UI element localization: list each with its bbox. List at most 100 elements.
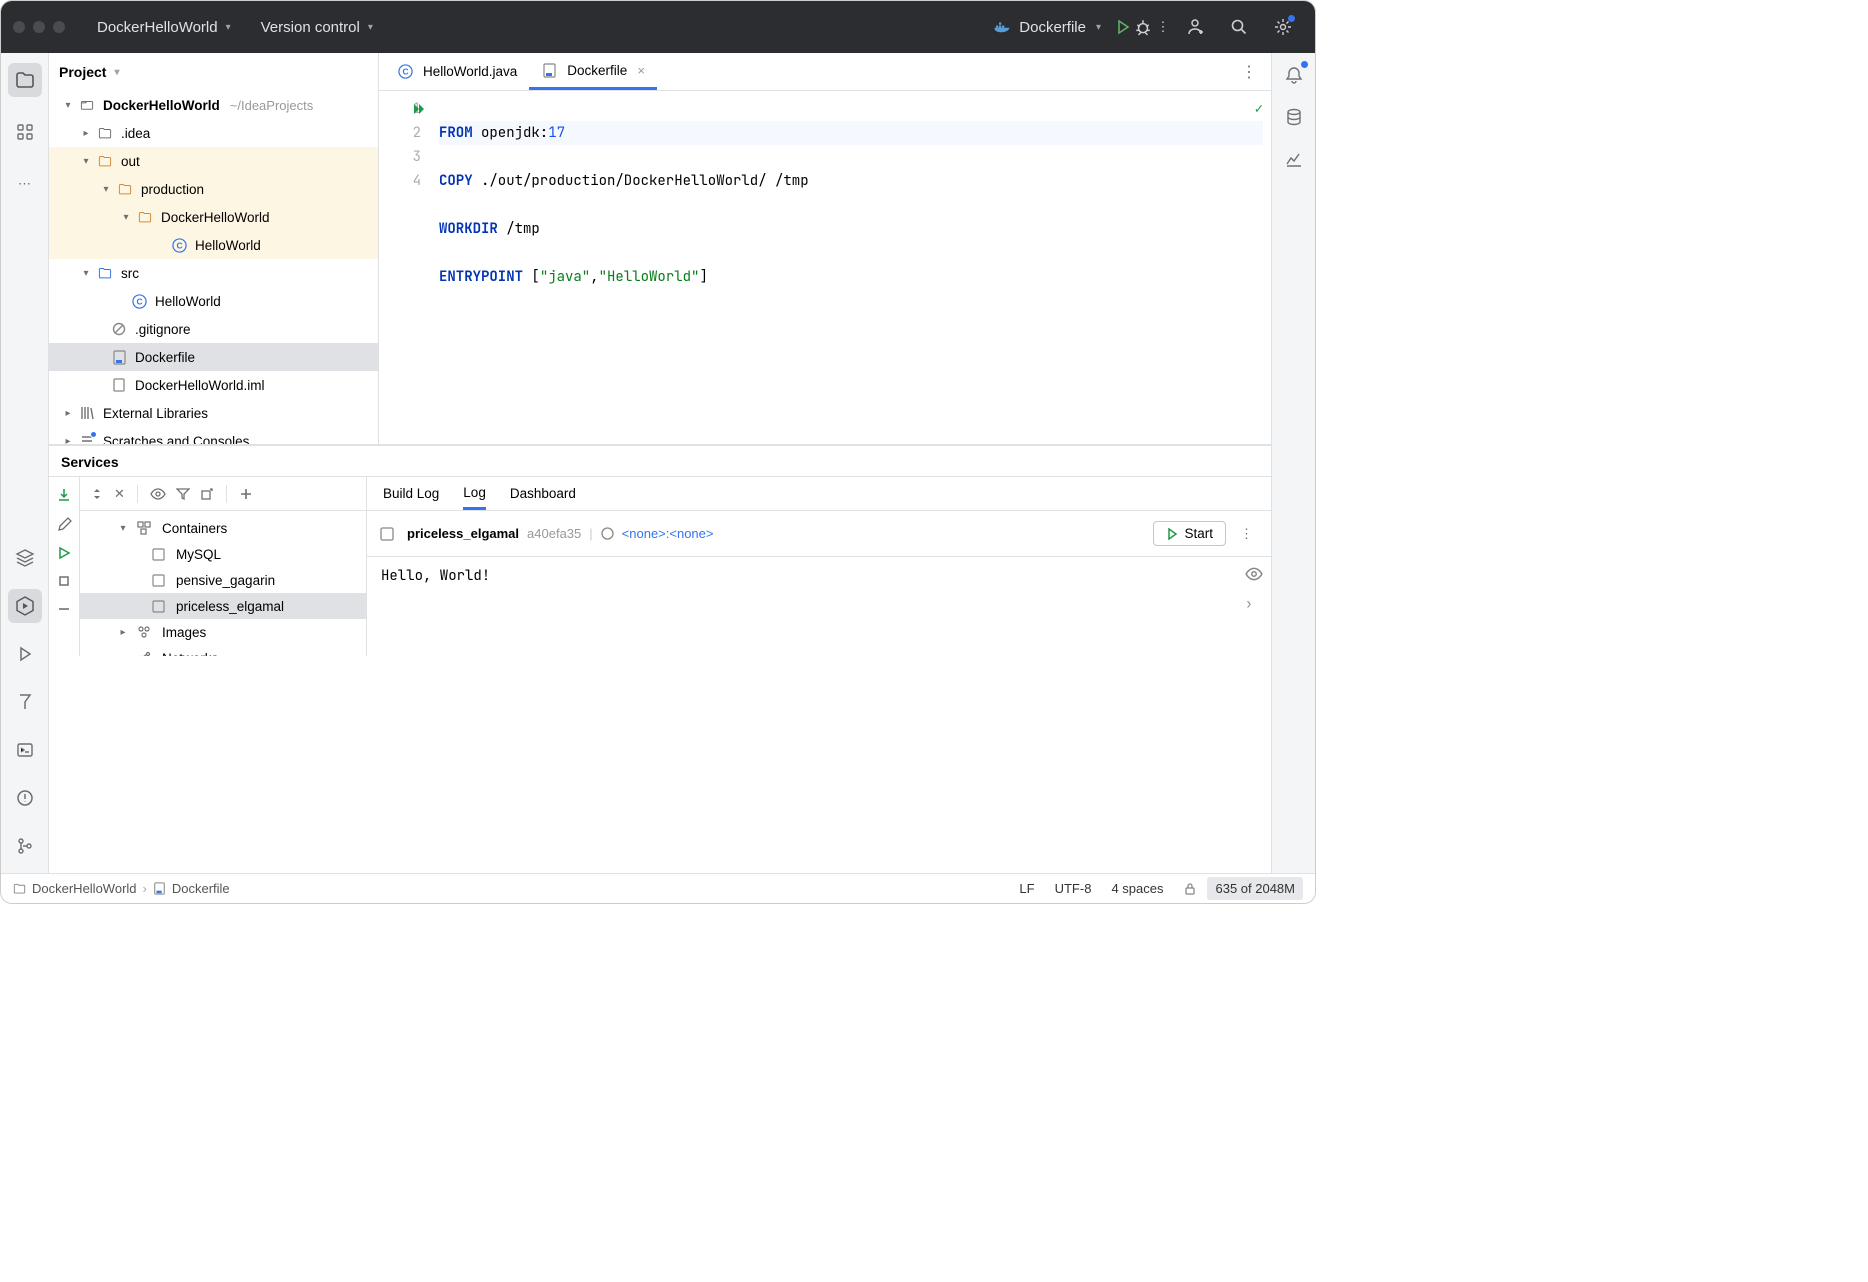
project-tool-button[interactable]: [8, 63, 42, 97]
run-config-selector[interactable]: Dockerfile ▾: [993, 19, 1101, 36]
network-icon: [136, 650, 152, 656]
start-button[interactable]: Start: [1153, 521, 1226, 546]
export-icon[interactable]: [200, 487, 214, 501]
filter-icon[interactable]: [176, 487, 190, 501]
git-tool-button[interactable]: [8, 829, 42, 863]
tab-label: Dockerfile: [567, 63, 627, 78]
container-sha: a40efa35: [527, 526, 581, 541]
tab-log[interactable]: Log: [463, 477, 486, 510]
svg-text:C: C: [136, 296, 142, 306]
tree-src[interactable]: src: [49, 259, 378, 287]
sv-images[interactable]: Images: [80, 619, 366, 645]
tree-out-dhw[interactable]: DockerHelloWorld: [49, 203, 378, 231]
tab-dashboard[interactable]: Dashboard: [510, 477, 576, 510]
more-icon[interactable]: ⋮: [1234, 526, 1259, 542]
traffic-light-minimize[interactable]: [33, 21, 45, 33]
close-icon[interactable]: ✕: [114, 486, 125, 502]
container-icon: [150, 572, 166, 588]
code-kw: ENTRYPOINT: [439, 268, 523, 286]
line-num: 4: [413, 169, 421, 193]
database-icon[interactable]: [1282, 105, 1306, 129]
sv-pensive[interactable]: pensive_gagarin: [80, 567, 366, 593]
tabs-menu-button[interactable]: ⋮: [1233, 62, 1265, 82]
problems-tool-button[interactable]: [8, 781, 42, 815]
tree-root[interactable]: DockerHelloWorld ~/IdeaProjects: [49, 91, 378, 119]
tree-iml[interactable]: DockerHelloWorld.iml: [49, 371, 378, 399]
traffic-light-close[interactable]: [13, 21, 25, 33]
build-tool-button[interactable]: [8, 685, 42, 719]
crumb-label: Dockerfile: [172, 881, 230, 896]
vcs-selector[interactable]: Version control ▾: [253, 15, 381, 40]
add-icon[interactable]: [239, 487, 253, 501]
structure-tool-button[interactable]: [8, 115, 42, 149]
readonly-icon[interactable]: [1173, 882, 1207, 896]
tab-label: HelloWorld.java: [423, 64, 517, 79]
breadcrumb[interactable]: DockerHelloWorld › Dockerfile: [13, 881, 230, 896]
edit-icon[interactable]: [57, 517, 72, 532]
tree-label: .idea: [121, 126, 150, 141]
indent-button[interactable]: 4 spaces: [1101, 881, 1173, 896]
class-icon: C: [131, 293, 147, 309]
sv-networks[interactable]: Networks: [80, 645, 366, 656]
eye-icon[interactable]: [150, 486, 166, 502]
tab-helloworld-java[interactable]: C HelloWorld.java: [385, 53, 529, 90]
tree-gitignore[interactable]: .gitignore: [49, 315, 378, 343]
minus-icon[interactable]: [57, 602, 71, 616]
more-button[interactable]: ⋮: [1153, 17, 1173, 37]
close-icon[interactable]: ×: [637, 63, 645, 78]
tab-dockerfile[interactable]: Dockerfile ×: [529, 53, 657, 90]
line-sep-button[interactable]: LF: [1009, 881, 1044, 896]
editor: C HelloWorld.java Dockerfile × ⋮ 1 2 3 4…: [379, 53, 1271, 444]
tree-src-helloworld[interactable]: C HelloWorld: [49, 287, 378, 315]
code-with-me-icon[interactable]: [1185, 17, 1205, 37]
gutter: 1 2 3 4: [379, 91, 431, 444]
tree-dockerfile[interactable]: Dockerfile: [49, 343, 378, 371]
code-body[interactable]: FROM openjdk:17 COPY ./out/production/Do…: [431, 91, 1271, 444]
inspection-ok-icon[interactable]: ✓: [1255, 97, 1263, 121]
search-icon[interactable]: [1229, 17, 1249, 37]
docker-file-icon: [153, 882, 166, 895]
tree-root-label: DockerHelloWorld: [103, 98, 220, 113]
project-panel-header[interactable]: Project ▾: [49, 53, 378, 91]
stop-icon[interactable]: [57, 574, 71, 588]
crumb-label: DockerHelloWorld: [32, 881, 137, 896]
run-tool-button[interactable]: [8, 637, 42, 671]
sv-mysql[interactable]: MySQL: [80, 541, 366, 567]
terminal-tool-button[interactable]: [8, 733, 42, 767]
layers-tool-button[interactable]: [8, 541, 42, 575]
encoding-button[interactable]: UTF-8: [1045, 881, 1102, 896]
stats-icon[interactable]: [1282, 147, 1306, 171]
tree-helloworld-class[interactable]: C HelloWorld: [49, 231, 378, 259]
notifications-icon[interactable]: [1282, 63, 1306, 87]
more-tools-button[interactable]: ⋯: [8, 167, 42, 201]
expand-icon[interactable]: [90, 487, 104, 501]
tab-build-log[interactable]: Build Log: [383, 477, 439, 510]
run-config-label: Dockerfile: [1019, 19, 1086, 36]
log-body[interactable]: Hello, World! ›: [367, 557, 1271, 656]
run-gutter-icon[interactable]: [413, 103, 425, 115]
sv-containers[interactable]: Containers: [80, 515, 366, 541]
tree-production[interactable]: production: [49, 175, 378, 203]
chevron-right-icon[interactable]: ›: [1245, 595, 1263, 612]
project-selector[interactable]: DockerHelloWorld ▾: [89, 15, 239, 40]
deploy-icon[interactable]: [56, 487, 72, 503]
tree-out[interactable]: out: [49, 147, 378, 175]
project-tree-panel: Project ▾ DockerHelloWorld ~/IdeaProject…: [49, 53, 379, 444]
tree-label: HelloWorld: [195, 238, 261, 253]
tree-idea[interactable]: .idea: [49, 119, 378, 147]
eye-icon[interactable]: [1245, 565, 1263, 583]
services-tool-button[interactable]: [8, 589, 42, 623]
tree-scratches[interactable]: Scratches and Consoles: [49, 427, 378, 444]
debug-button[interactable]: [1133, 17, 1153, 37]
play-icon[interactable]: [57, 546, 71, 560]
tree-external[interactable]: External Libraries: [49, 399, 378, 427]
traffic-light-zoom[interactable]: [53, 21, 65, 33]
run-button[interactable]: [1113, 17, 1133, 37]
log-text: Hello, World!: [381, 567, 490, 585]
settings-icon[interactable]: [1273, 17, 1293, 37]
sv-label: pensive_gagarin: [176, 573, 275, 588]
services-log-area: Build Log Log Dashboard priceless_elgama…: [367, 477, 1271, 656]
memory-indicator[interactable]: 635 of 2048M: [1207, 877, 1303, 900]
code-area[interactable]: 1 2 3 4 FROM openjdk:17 COPY ./out/produ…: [379, 91, 1271, 444]
sv-priceless[interactable]: priceless_elgamal: [80, 593, 366, 619]
